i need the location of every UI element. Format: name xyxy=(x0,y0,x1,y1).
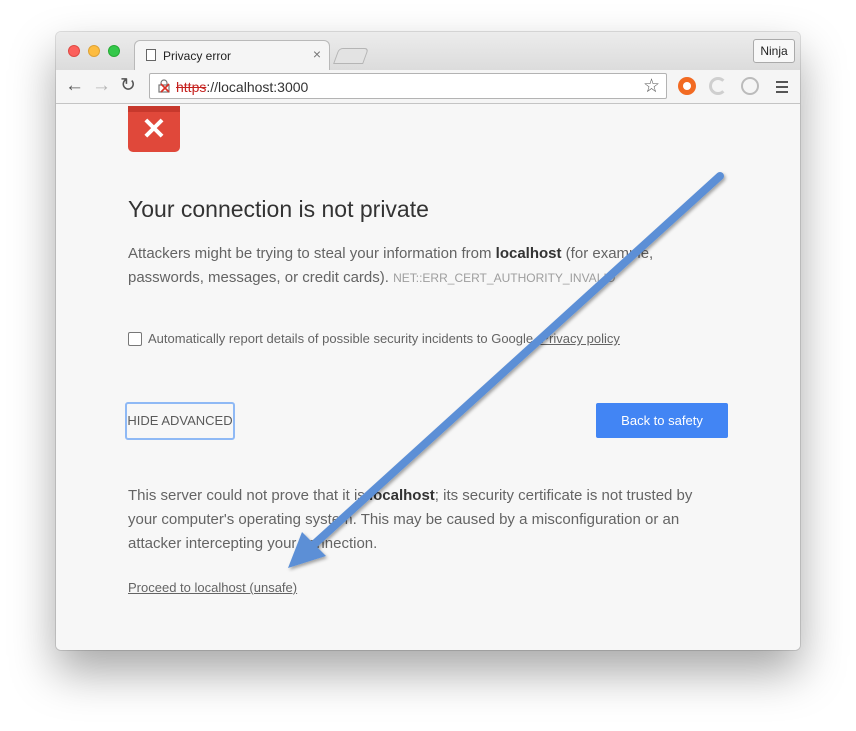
url-text: https://localhost:3000 xyxy=(176,79,308,95)
hide-advanced-button[interactable]: HIDE ADVANCED xyxy=(125,402,235,440)
error-page: ✕ Your connection is not private Attacke… xyxy=(56,104,800,650)
tab-privacy-error[interactable]: Privacy error × xyxy=(134,40,330,70)
reload-icon[interactable]: ↻ xyxy=(120,75,136,97)
report-option: Automatically report details of possible… xyxy=(128,331,620,346)
report-label: Automatically report details of possible… xyxy=(148,331,541,346)
hamburger-menu-icon[interactable] xyxy=(776,81,788,93)
proceed-unsafe-link[interactable]: Proceed to localhost (unsafe) xyxy=(128,580,297,595)
url-scheme: https xyxy=(176,79,207,95)
new-tab-button[interactable] xyxy=(333,48,369,64)
error-description: Attackers might be trying to steal your … xyxy=(128,245,654,286)
bookmark-star-icon[interactable]: ☆ xyxy=(643,75,660,98)
browser-window: Privacy error × Ninja ← → ↻ https://loca… xyxy=(56,32,800,650)
toolbar: ← → ↻ https://localhost:3000 ☆ xyxy=(56,70,800,104)
page-title: Your connection is not private xyxy=(128,196,429,222)
back-arrow-icon[interactable]: ← xyxy=(65,75,84,97)
title-bar: Privacy error × Ninja xyxy=(56,32,800,70)
back-to-safety-button[interactable]: Back to safety xyxy=(596,403,728,438)
report-checkbox[interactable] xyxy=(128,332,142,346)
privacy-policy-link[interactable]: Privacy policy xyxy=(540,331,619,346)
broken-lock-error-icon: ✕ xyxy=(128,106,180,152)
minimize-window-button[interactable] xyxy=(88,45,100,57)
advanced-description: This server could not prove that it is l… xyxy=(128,487,693,552)
url-host: ://localhost:3000 xyxy=(206,79,309,95)
extension-sync-icon[interactable] xyxy=(709,77,727,95)
tab-title: Privacy error xyxy=(163,49,232,63)
forward-arrow-icon[interactable]: → xyxy=(92,75,111,97)
host-name: localhost xyxy=(495,245,562,262)
extension-react-icon[interactable] xyxy=(741,77,759,95)
broken-lock-icon xyxy=(158,79,170,93)
profile-button[interactable]: Ninja xyxy=(753,39,795,63)
address-bar[interactable]: https://localhost:3000 ☆ xyxy=(149,73,667,99)
page-icon xyxy=(146,49,156,61)
zoom-window-button[interactable] xyxy=(108,45,120,57)
close-window-button[interactable] xyxy=(68,45,80,57)
tab-close-icon[interactable]: × xyxy=(313,46,321,62)
extension-lifebuoy-icon[interactable] xyxy=(678,77,696,95)
host-name: localhost xyxy=(368,487,435,504)
error-code: NET::ERR_CERT_AUTHORITY_INVALID xyxy=(393,271,616,285)
